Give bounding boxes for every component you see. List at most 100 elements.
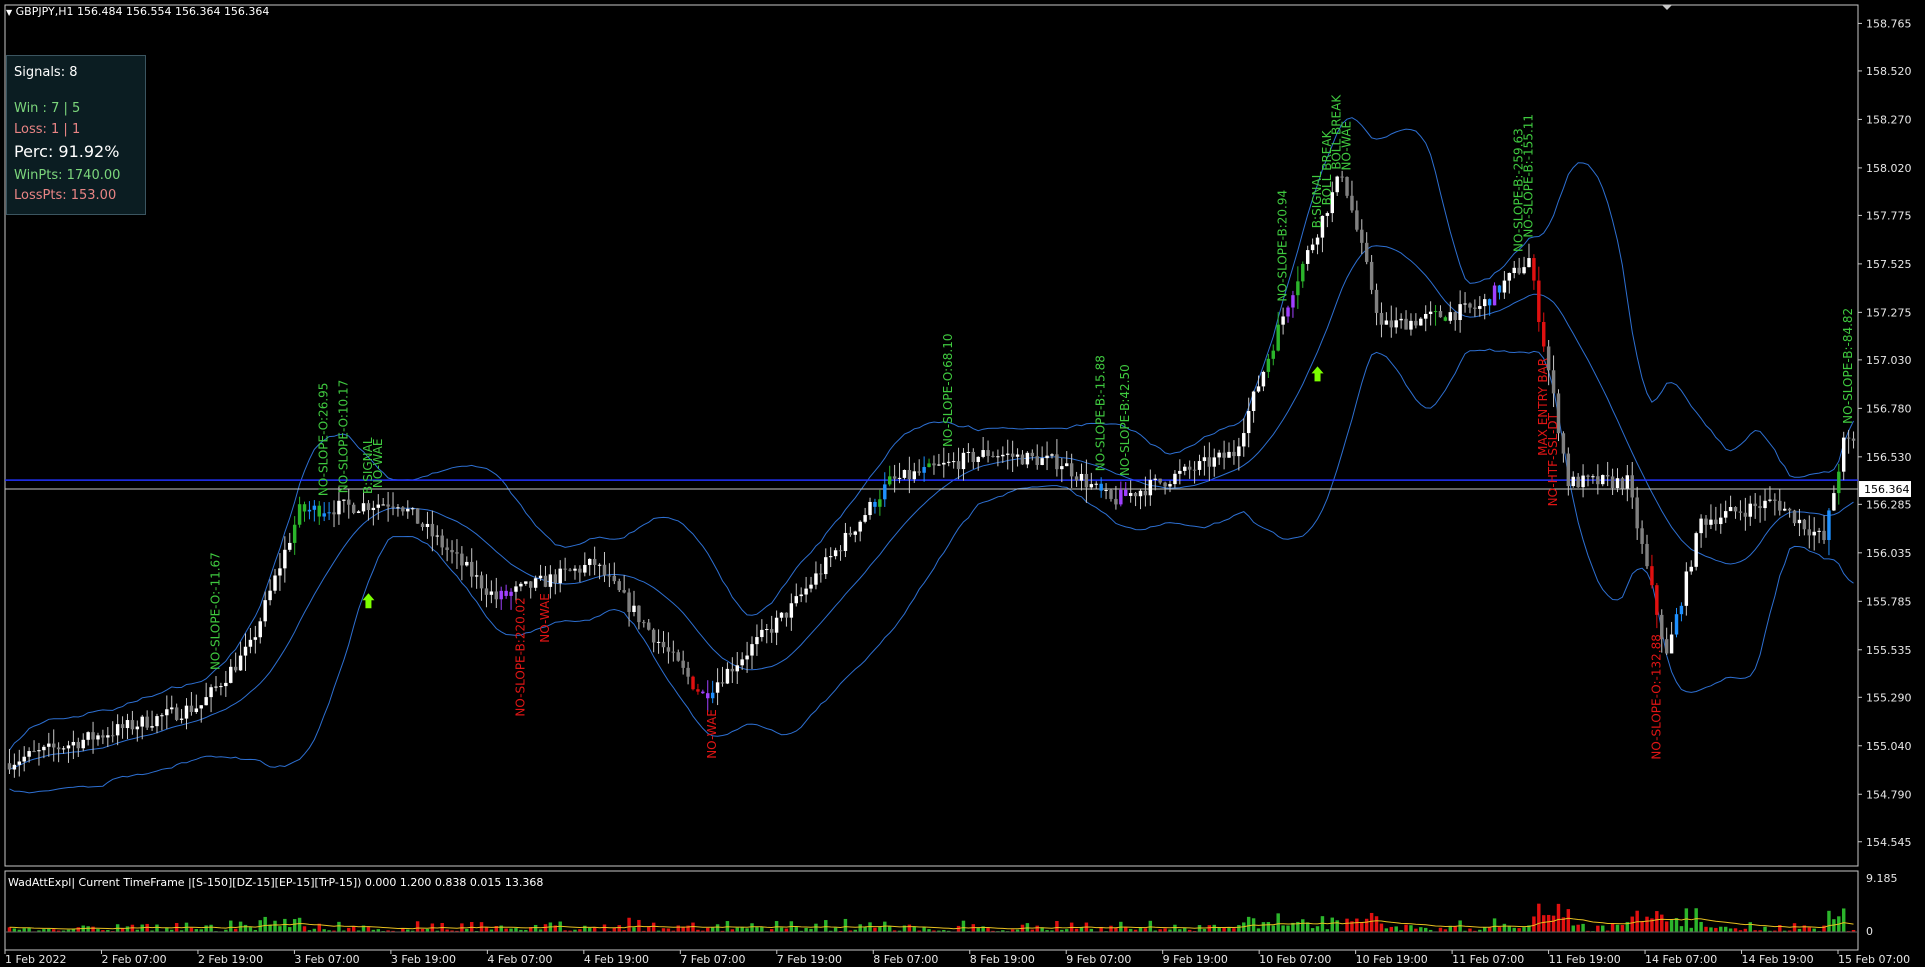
- symbol-header[interactable]: ▼ GBPJPY,H1 156.484 156.554 156.364 156.…: [6, 5, 269, 18]
- candle-body: [1212, 457, 1216, 467]
- candle-body: [165, 709, 169, 716]
- candle-body: [848, 532, 853, 535]
- histogram-bar: [745, 928, 749, 932]
- histogram-bar: [1409, 925, 1413, 932]
- candle-body: [1261, 371, 1266, 387]
- candle-body: [356, 511, 361, 513]
- candle-body: [184, 705, 189, 719]
- candle-body: [1168, 484, 1172, 487]
- histogram-bar: [1364, 918, 1369, 932]
- candle-body: [519, 583, 523, 587]
- candle-body: [824, 557, 828, 575]
- candle-body: [1079, 473, 1084, 481]
- candle-body: [912, 471, 917, 480]
- candle-body: [1478, 306, 1482, 309]
- y-tick-label: 156.035: [1866, 547, 1912, 560]
- histogram-bar: [1173, 924, 1177, 932]
- candle-body: [858, 521, 862, 532]
- candle-body: [1507, 273, 1512, 281]
- candle-body: [784, 612, 789, 618]
- candle-body: [1689, 566, 1693, 572]
- signals-count: Signals: 8: [14, 65, 78, 80]
- candle-body: [1094, 483, 1098, 485]
- candle-body: [809, 584, 813, 589]
- candle-body: [1699, 518, 1703, 534]
- candle-body: [386, 504, 390, 507]
- histogram-bar: [91, 926, 95, 932]
- candle-body: [1050, 454, 1054, 456]
- histogram-bar: [1699, 921, 1703, 932]
- candle-body: [1128, 493, 1133, 496]
- candle-body: [1512, 267, 1516, 274]
- candle-body: [892, 476, 897, 479]
- histogram-bar: [120, 928, 125, 932]
- candle-body: [1669, 634, 1674, 654]
- candle-body: [445, 547, 449, 550]
- candle-body: [420, 523, 425, 528]
- candle-body: [1030, 452, 1035, 457]
- candle-body: [1148, 479, 1153, 496]
- x-tick-label: 11 Feb 19:00: [1549, 953, 1621, 966]
- candle-body: [224, 682, 228, 687]
- candle-body: [1778, 500, 1782, 511]
- histogram-bar: [1792, 923, 1797, 932]
- candle-body: [361, 503, 366, 512]
- histogram-bar: [533, 924, 538, 932]
- candle-body: [514, 586, 518, 592]
- candle-body: [1522, 267, 1526, 274]
- candle-body: [887, 476, 892, 485]
- win-points: WinPts: 1740.00: [14, 168, 121, 183]
- histogram-bar: [248, 927, 253, 932]
- y-tick-label: 158.765: [1866, 17, 1912, 30]
- candle-body: [504, 590, 508, 596]
- histogram-bar: [1512, 927, 1516, 932]
- candle-body: [396, 507, 400, 509]
- histogram-bar: [263, 916, 267, 932]
- histogram-bar: [337, 921, 341, 932]
- histogram-bar: [1389, 926, 1394, 932]
- histogram-bar: [278, 926, 282, 932]
- candle-body: [1256, 386, 1261, 392]
- candle-body: [12, 764, 17, 770]
- histogram-bar: [1271, 925, 1275, 932]
- histogram-bar: [499, 925, 503, 932]
- candle-body: [337, 500, 341, 515]
- candle-body: [238, 655, 243, 671]
- candle-body: [465, 561, 469, 566]
- y-tick-label: 157.525: [1866, 258, 1912, 271]
- candle-body: [489, 591, 494, 595]
- candle-body: [1807, 529, 1812, 536]
- y-tick-label: 154.790: [1866, 788, 1912, 801]
- price-chart[interactable]: 158.765 158.520 158.270 158.020 157.775 157.5…: [0, 0, 1925, 967]
- candle-body: [150, 726, 154, 728]
- candle-body: [1266, 358, 1271, 372]
- histogram-bar: [1301, 919, 1305, 932]
- chevron-down-icon[interactable]: ▼: [6, 8, 12, 17]
- candle-body: [1015, 454, 1020, 457]
- histogram-bar: [1674, 918, 1679, 932]
- candle-body: [725, 668, 730, 684]
- candle-body: [1615, 478, 1620, 489]
- candle-body: [332, 512, 336, 515]
- x-tick-label: 7 Feb 07:00: [680, 953, 745, 966]
- candle-body: [229, 666, 233, 683]
- candle-body: [1350, 195, 1354, 211]
- candle-body: [1065, 463, 1069, 467]
- histogram-bar: [1487, 927, 1492, 932]
- histogram-bar: [1704, 926, 1708, 932]
- histogram-bar: [760, 926, 764, 932]
- candle-body: [1620, 478, 1625, 489]
- candle-body: [435, 535, 440, 537]
- histogram-bar: [907, 924, 912, 932]
- candle-body: [1438, 311, 1443, 318]
- histogram-bar: [1812, 928, 1816, 932]
- histogram-bar: [1827, 910, 1831, 932]
- histogram-bar: [632, 927, 636, 932]
- candle-body: [647, 622, 651, 630]
- histogram-bar: [1335, 920, 1339, 932]
- candle-body: [61, 748, 66, 750]
- candle-body: [632, 605, 636, 613]
- candle-body: [1089, 484, 1094, 488]
- candle-body: [455, 552, 459, 554]
- candle-body: [799, 594, 803, 597]
